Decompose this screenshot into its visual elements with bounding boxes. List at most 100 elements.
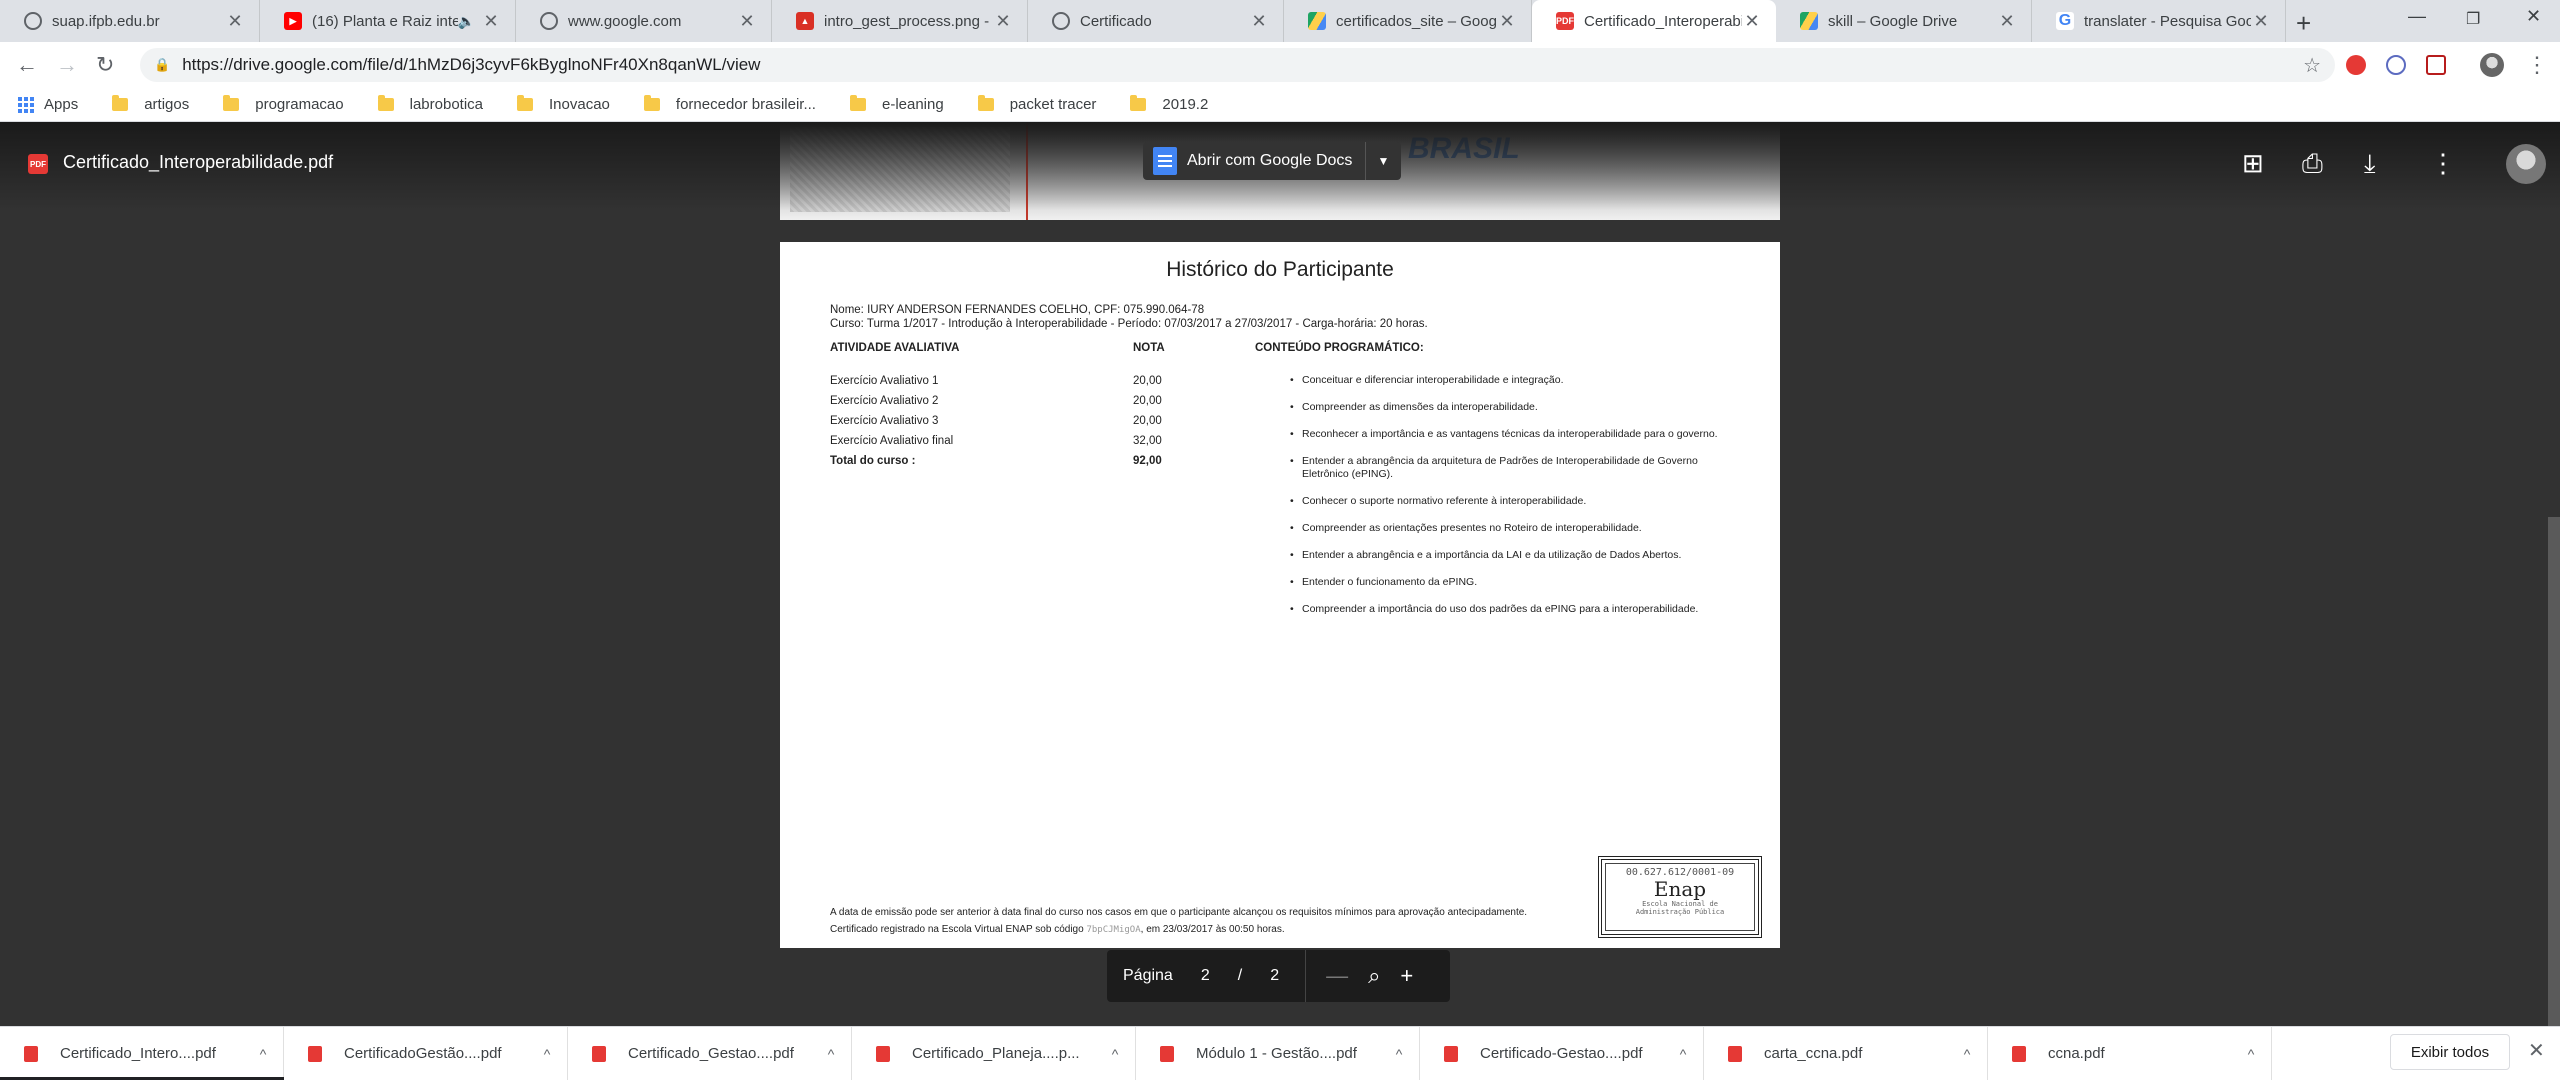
speaker-icon[interactable]: 🔈 [458, 13, 475, 30]
bookmark-folder-artigos[interactable]: artigos [112, 95, 190, 113]
close-icon[interactable]: ✕ [1497, 11, 1517, 32]
restore-icon[interactable]: ❐ [2466, 9, 2480, 29]
new-tab-button[interactable]: + [2296, 8, 2311, 39]
open-with-docs-button[interactable]: Abrir com Google Docs ▼ [1143, 142, 1401, 180]
pocket-extension-icon[interactable] [2426, 55, 2446, 75]
tab-certificado-pdf[interactable]: PDF Certificado_Interoperabili ✕ [1532, 0, 1776, 42]
activity-name: Exercício Avaliativo 3 [830, 415, 939, 427]
download-item[interactable]: carta_ccna.pdf ^ [1704, 1026, 1988, 1080]
back-icon[interactable]: ← [16, 52, 38, 78]
url-text[interactable]: https://drive.google.com/file/d/1hMzD6j3… [182, 55, 760, 75]
add-comment-icon[interactable]: ⊞ [2242, 148, 2264, 179]
tab-title: www.google.com [568, 12, 682, 30]
chevron-up-icon[interactable]: ^ [1379, 1046, 1419, 1062]
tab-translater[interactable]: G translater - Pesquisa Goog ✕ [2032, 0, 2286, 42]
chevron-up-icon[interactable]: ^ [1947, 1046, 1987, 1062]
window-close-icon[interactable]: ✕ [2526, 6, 2541, 27]
tab-title: translater - Pesquisa Goog [2084, 12, 2251, 30]
tab-image[interactable]: ▲ intro_gest_process.png - G ✕ [772, 0, 1028, 42]
registration-prefix: Certificado registrado na Escola Virtual… [830, 924, 1084, 935]
forward-icon[interactable]: → [56, 52, 78, 78]
open-with-label: Abrir com Google Docs [1187, 152, 1353, 169]
close-icon[interactable]: ✕ [993, 11, 1013, 32]
tab-certificados-site[interactable]: certificados_site – Google ✕ [1284, 0, 1532, 42]
reload-icon[interactable]: ↻ [96, 52, 114, 78]
bookmark-folder-labrobotica[interactable]: labrobotica [377, 95, 483, 113]
tab-strip: suap.ifpb.edu.br ✕ ▶ (16) Planta e Raiz … [0, 0, 2560, 42]
bookmark-folder-e-leaning[interactable]: e-leaning [849, 95, 944, 113]
page-separator: / [1237, 967, 1243, 984]
chevron-up-icon[interactable]: ^ [243, 1046, 283, 1062]
close-shelf-icon[interactable]: ✕ [2528, 1038, 2545, 1063]
close-icon[interactable]: ✕ [1997, 11, 2017, 32]
zoom-icon[interactable]: ⌕ [1368, 963, 1380, 989]
chevron-up-icon[interactable]: ^ [811, 1046, 851, 1062]
chevron-up-icon[interactable]: ^ [2231, 1046, 2271, 1062]
tab-youtube[interactable]: ▶ (16) Planta e Raiz inte 🔈 ✕ [260, 0, 516, 42]
drive-icon [1308, 12, 1326, 30]
block-extension-icon[interactable] [2386, 55, 2406, 75]
extension-icon[interactable] [2346, 55, 2366, 75]
apps-grid-icon [18, 96, 34, 113]
download-item[interactable]: Certificado-Gestao....pdf ^ [1420, 1026, 1704, 1080]
close-icon[interactable]: ✕ [2251, 11, 2271, 32]
download-item[interactable]: Módulo 1 - Gestão....pdf ^ [1136, 1026, 1420, 1080]
tab-suap[interactable]: suap.ifpb.edu.br ✕ [0, 0, 260, 42]
pdf-icon [1444, 1045, 1458, 1062]
close-icon[interactable]: ✕ [225, 11, 245, 32]
account-avatar[interactable] [2506, 144, 2546, 184]
address-bar[interactable]: 🔒 https://drive.google.com/file/d/1hMzD6… [140, 48, 2335, 82]
current-page[interactable]: 2 [1201, 967, 1210, 985]
print-icon[interactable]: ⎙ [2302, 148, 2323, 180]
bookmark-label: Inovacao [549, 96, 610, 113]
more-options-icon[interactable]: ⋮ [2430, 148, 2456, 179]
pdf-icon: PDF [28, 154, 48, 174]
bookmark-label: packet tracer [1009, 96, 1097, 113]
close-icon[interactable]: ✕ [737, 11, 757, 32]
image-icon: ▲ [796, 12, 814, 30]
zoom-in-icon[interactable]: + [1400, 963, 1413, 989]
bookmark-folder-programacao[interactable]: programacao [223, 95, 344, 113]
pdf-icon [308, 1045, 322, 1062]
viewer-scrollbar[interactable] [2548, 517, 2560, 1027]
close-icon[interactable]: ✕ [481, 11, 501, 32]
bookmark-folder-fornecedor[interactable]: fornecedor brasileir... [643, 95, 816, 113]
bookmark-label: artigos [144, 96, 190, 113]
tab-skill-drive[interactable]: skill – Google Drive ✕ [1776, 0, 2032, 42]
close-icon[interactable]: ✕ [1249, 11, 1269, 32]
tab-certificado[interactable]: Certificado ✕ [1028, 0, 1284, 42]
zoom-out-icon[interactable]: — [1326, 963, 1348, 989]
globe-icon [24, 12, 42, 30]
bookmark-folder-packet-tracer[interactable]: packet tracer [977, 95, 1097, 113]
download-item[interactable]: ccna.pdf ^ [1988, 1026, 2272, 1080]
download-item[interactable]: CertificadoGestão....pdf ^ [284, 1026, 568, 1080]
show-all-downloads-button[interactable]: Exibir todos [2390, 1034, 2510, 1070]
column-header-grade: NOTA [1133, 342, 1165, 354]
chevron-up-icon[interactable]: ^ [527, 1046, 567, 1062]
pdf-icon [876, 1045, 890, 1062]
profile-avatar[interactable] [2480, 53, 2504, 77]
folder-icon [517, 95, 534, 111]
chevron-up-icon[interactable]: ^ [1663, 1046, 1703, 1062]
chevron-up-icon[interactable]: ^ [1095, 1046, 1135, 1062]
download-item[interactable]: Certificado_Planeja....p... ^ [852, 1026, 1136, 1080]
tab-google[interactable]: www.google.com ✕ [516, 0, 772, 42]
pdf-icon [1728, 1045, 1742, 1062]
close-icon[interactable]: ✕ [1742, 11, 1762, 32]
column-header-activity: ATIVIDADE AVALIATIVA [830, 342, 960, 354]
bookmark-folder-inovacao[interactable]: Inovacao [517, 95, 610, 113]
bookmark-apps[interactable]: Apps [18, 96, 78, 113]
lock-icon[interactable]: 🔒 [154, 57, 170, 73]
bookmark-folder-2019-2[interactable]: 2019.2 [1130, 95, 1208, 113]
globe-icon [1052, 12, 1070, 30]
download-name: Certificado_Intero....pdf [60, 1045, 216, 1062]
download-item[interactable]: Certificado_Intero....pdf ^ [0, 1026, 284, 1080]
drive-icon [1800, 12, 1818, 30]
download-item[interactable]: Certificado_Gestao....pdf ^ [568, 1026, 852, 1080]
minimize-icon[interactable]: — [2408, 6, 2426, 27]
download-icon[interactable]: ⤓ [2364, 148, 2376, 180]
open-with-dropdown-icon[interactable]: ▼ [1365, 142, 1401, 180]
menu-icon[interactable]: ⋮ [2526, 52, 2548, 78]
bookmark-star-icon[interactable]: ☆ [2303, 53, 2321, 78]
pdf-icon [24, 1045, 38, 1062]
